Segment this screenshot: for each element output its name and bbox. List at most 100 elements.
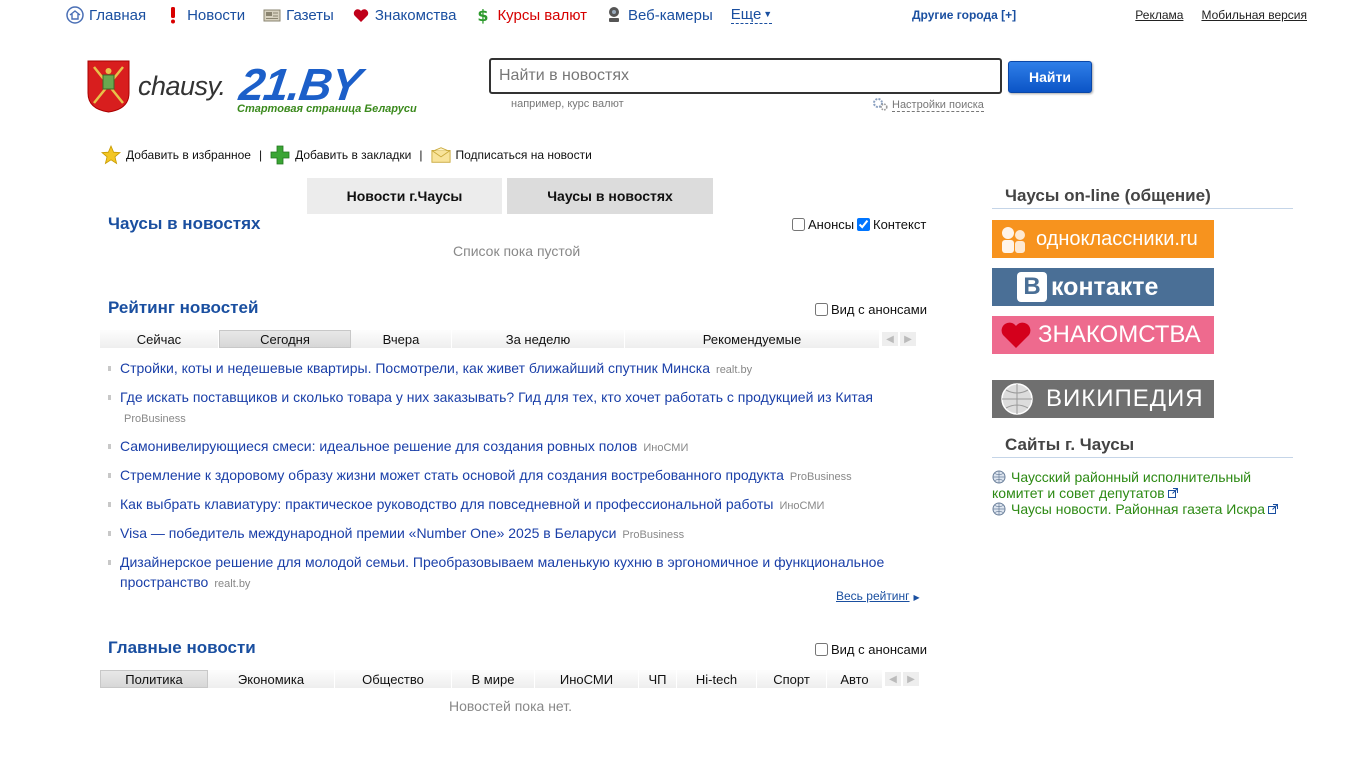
news-source: ИноСМИ xyxy=(643,442,689,454)
search-button[interactable]: Найти xyxy=(1008,61,1092,93)
nav-item-news[interactable]: Новости xyxy=(164,6,245,24)
news-link[interactable]: Как выбрать клавиатуру: практическое рук… xyxy=(120,496,773,512)
subscribe-label: Подписаться на новости xyxy=(455,148,592,162)
people-icon xyxy=(996,224,1030,254)
nav-item-currency[interactable]: $ Курсы валют xyxy=(474,6,587,24)
tab-politics[interactable]: Политика xyxy=(100,670,208,688)
scroll-right-icon[interactable]: ▶ xyxy=(900,332,916,346)
rating-tab-recommended[interactable]: Рекомендуемые xyxy=(625,330,880,348)
nav-item-label: Знакомства xyxy=(374,6,457,24)
separator: | xyxy=(419,148,423,162)
vkontakte-banner[interactable]: В контакте xyxy=(992,268,1214,306)
news-link[interactable]: Самонивелирующиеся смеси: идеальное реше… xyxy=(120,438,637,454)
subscribe-link[interactable]: Подписаться на новости xyxy=(430,145,592,165)
list-item: Как выбрать клавиатуру: практическое рук… xyxy=(108,494,908,516)
site-link-executive-committee[interactable]: Чаусский районный исполнительный комитет… xyxy=(992,469,1251,501)
announces-checkbox-input[interactable] xyxy=(792,218,805,231)
odnoklassniki-text: одноклассники.ru xyxy=(1036,227,1198,250)
announces-label: Анонсы xyxy=(808,217,855,232)
main-view-announces-label: Вид с анонсами xyxy=(831,642,927,657)
wikipedia-text: ВИКИПЕДИЯ xyxy=(1046,385,1204,412)
exclamation-icon xyxy=(164,6,182,24)
vk-logo-icon: В xyxy=(1017,272,1047,302)
nav-item-label: Главная xyxy=(89,6,147,24)
vkontakte-text: контакте xyxy=(1051,272,1159,301)
news-link[interactable]: Стремление к здоровому образу жизни може… xyxy=(120,467,784,483)
nav-item-newspapers[interactable]: Газеты xyxy=(263,6,334,24)
main-view-announces-input[interactable] xyxy=(815,643,828,656)
site-logo[interactable]: chausy. 21.BY Стартовая страница Беларус… xyxy=(86,57,456,117)
plus-icon xyxy=(270,145,290,165)
list-item: Visa — победитель международной премии «… xyxy=(108,523,908,545)
site-link-label: Чаусы новости. Районная газета Искра xyxy=(1011,501,1266,517)
news-source: ProBusiness xyxy=(789,471,852,483)
dating-text: ЗНАКОМСТВА xyxy=(1038,321,1201,348)
rating-tabs: Сейчас Сегодня Вчера За неделю Рекоменду… xyxy=(100,330,916,348)
list-item: Стремление к здоровому образу жизни може… xyxy=(108,465,908,487)
external-link-icon xyxy=(1268,501,1279,514)
rating-view-announces-input[interactable] xyxy=(815,303,828,316)
news-link[interactable]: Visa — победитель международной премии «… xyxy=(120,525,616,541)
tab-inosmi[interactable]: ИноСМИ xyxy=(535,670,639,688)
webcam-icon xyxy=(605,6,623,24)
nav-item-home[interactable]: Главная xyxy=(66,6,146,24)
separator: | xyxy=(258,148,263,162)
all-rating-link[interactable]: Весь рейтинг ▶ xyxy=(836,589,920,603)
top-right-links: Реклама Мобильная версия xyxy=(1117,8,1307,22)
rating-title: Рейтинг новостей xyxy=(108,298,259,317)
rating-tab-yesterday[interactable]: Вчера xyxy=(351,330,452,348)
heart-icon xyxy=(352,6,370,24)
odnoklassniki-banner[interactable]: одноклассники.ru xyxy=(992,220,1214,258)
announces-checkbox[interactable]: Анонсы xyxy=(792,217,854,232)
search-settings-link[interactable]: Настройки поиска xyxy=(872,97,984,114)
rating-tab-today[interactable]: Сегодня xyxy=(219,330,351,348)
logo-city-text: chausy. xyxy=(138,71,226,101)
tab-sport[interactable]: Спорт xyxy=(757,670,827,688)
rating-view-announces-checkbox[interactable]: Вид с анонсами xyxy=(815,302,927,317)
nav-item-webcams[interactable]: Веб-камеры xyxy=(605,6,713,24)
tab-auto[interactable]: Авто xyxy=(827,670,883,688)
tab-world[interactable]: В мире xyxy=(452,670,535,688)
other-cities-link[interactable]: Другие города [+] xyxy=(912,8,1016,22)
main-news-title: Главные новости xyxy=(108,638,256,657)
news-source: realt.by xyxy=(716,364,753,376)
context-checkbox-input[interactable] xyxy=(857,218,870,231)
tab-hitech[interactable]: Hi-tech xyxy=(677,670,757,688)
search-hint: например, курс валют xyxy=(511,98,624,110)
more-menu[interactable]: Еще ▼ xyxy=(730,6,773,24)
news-tabs: Новости г.Чаусы Чаусы в новостях xyxy=(307,178,713,214)
news-source: ProBusiness xyxy=(622,529,685,541)
heart-icon xyxy=(1000,321,1032,349)
tab-in-news[interactable]: Чаусы в новостях xyxy=(507,178,713,214)
online-title: Чаусы on-line (общение) xyxy=(992,186,1293,209)
tab-emergency[interactable]: ЧП xyxy=(639,670,677,688)
news-link[interactable]: Стройки, коты и недешевые квартиры. Посм… xyxy=(120,360,710,376)
nav-item-dating[interactable]: Знакомства xyxy=(352,6,457,24)
tab-society[interactable]: Общество xyxy=(335,670,452,688)
external-link-icon xyxy=(1167,485,1178,498)
tab-economy[interactable]: Экономика xyxy=(208,670,335,688)
add-favorites-link[interactable]: Добавить в избранное xyxy=(101,145,251,165)
news-source: ИноСМИ xyxy=(779,500,825,512)
scroll-left-icon[interactable]: ◀ xyxy=(885,672,901,686)
wikipedia-banner[interactable]: ВИКИПЕДИЯ xyxy=(992,380,1214,418)
mobile-version-link[interactable]: Мобильная версия xyxy=(1201,8,1307,22)
globe-icon xyxy=(992,470,1006,484)
tab-city-news[interactable]: Новости г.Чаусы xyxy=(307,178,502,214)
search-settings-label: Настройки поиска xyxy=(892,99,984,112)
city-sites-title: Сайты г. Чаусы xyxy=(992,435,1293,458)
site-link-iskra-newspaper[interactable]: Чаусы новости. Районная газета Искра xyxy=(992,501,1279,517)
add-bookmarks-link[interactable]: Добавить в закладки xyxy=(270,145,411,165)
scroll-right-icon[interactable]: ▶ xyxy=(903,672,919,686)
rating-tab-week[interactable]: За неделю xyxy=(452,330,625,348)
add-favorites-label: Добавить в избранное xyxy=(126,148,251,162)
ads-link[interactable]: Реклама xyxy=(1135,8,1183,22)
dating-banner[interactable]: ЗНАКОМСТВА xyxy=(992,316,1214,354)
rating-tab-now[interactable]: Сейчас xyxy=(100,330,219,348)
main-view-announces-checkbox[interactable]: Вид с анонсами xyxy=(815,642,927,657)
context-checkbox[interactable]: Контекст xyxy=(857,217,926,232)
scroll-left-icon[interactable]: ◀ xyxy=(882,332,898,346)
search-input[interactable] xyxy=(489,58,1002,94)
news-link[interactable]: Где искать поставщиков и сколько товара … xyxy=(120,389,873,405)
site-link-label: Чаусский районный исполнительный комитет… xyxy=(992,469,1252,501)
